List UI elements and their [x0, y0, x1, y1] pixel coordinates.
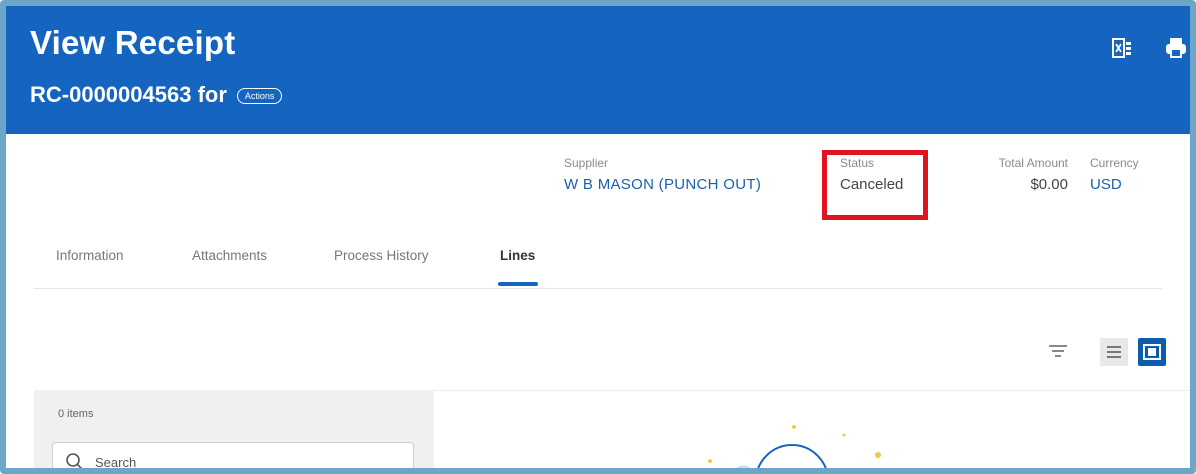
lines-detail-area — [434, 390, 1190, 468]
total-amount-field: Total Amount $0.00 — [972, 156, 1068, 193]
currency-field: Currency USD — [1090, 156, 1139, 193]
tab-information[interactable]: Information — [56, 248, 124, 263]
detail-view-icon[interactable] — [1138, 338, 1166, 366]
receipt-id-label: RC-0000004563 for — [30, 82, 227, 107]
total-amount-value: $0.00 — [1030, 176, 1068, 193]
tab-bar: Information Attachments Process History … — [34, 236, 1162, 289]
tab-attachments[interactable]: Attachments — [192, 248, 267, 263]
lines-list-panel: 0 items — [34, 390, 434, 468]
actions-button[interactable]: Actions — [236, 88, 283, 104]
currency-label: Currency — [1090, 156, 1139, 170]
supplier-link[interactable]: W B MASON (PUNCH OUT) — [564, 176, 761, 193]
items-count: 0 items — [58, 408, 94, 420]
empty-state-illustration — [708, 425, 881, 468]
currency-link[interactable]: USD — [1090, 176, 1139, 193]
tab-process-history[interactable]: Process History — [334, 248, 429, 263]
status-highlight-box — [822, 150, 928, 220]
search-icon — [66, 453, 83, 468]
list-view-icon[interactable] — [1100, 338, 1128, 366]
supplier-field: Supplier W B MASON (PUNCH OUT) — [564, 156, 761, 193]
search-box — [52, 442, 414, 468]
page-title: View Receipt — [30, 24, 236, 61]
active-tab-indicator — [498, 282, 538, 286]
search-input[interactable] — [93, 453, 397, 468]
supplier-label: Supplier — [564, 156, 609, 170]
filter-icon[interactable] — [1044, 338, 1072, 366]
window-frame: View Receipt RC-0000004563 for Actions S… — [0, 0, 1196, 474]
page-header: View Receipt RC-0000004563 for Actions — [6, 6, 1190, 134]
total-amount-label: Total Amount — [998, 156, 1068, 170]
receipt-subtitle: RC-0000004563 for Actions — [30, 82, 283, 108]
tab-lines[interactable]: Lines — [500, 248, 535, 263]
excel-export-icon[interactable] — [1110, 36, 1134, 60]
print-icon[interactable] — [1164, 36, 1188, 60]
